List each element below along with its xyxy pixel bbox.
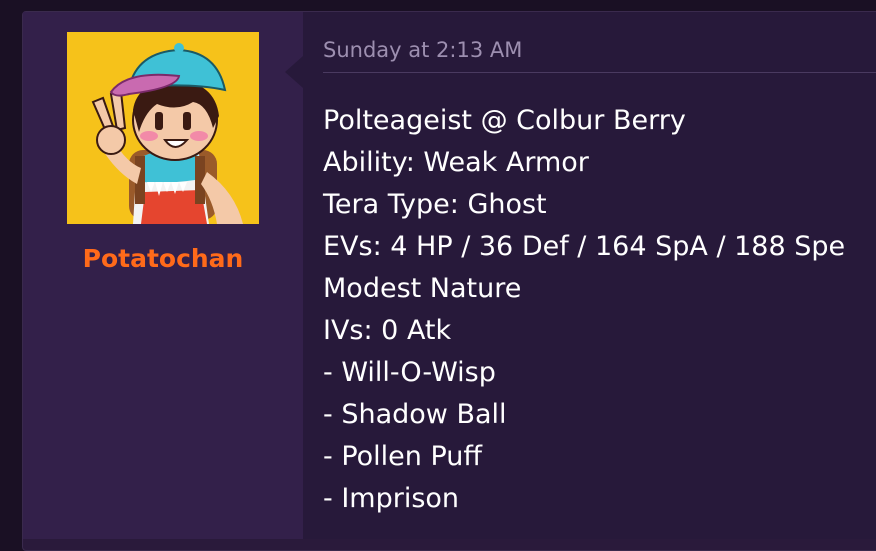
message-line: - Imprison xyxy=(323,483,460,514)
post-timestamp-link[interactable]: Sunday at 2:13 AM xyxy=(323,38,522,62)
message-line: - Pollen Puff xyxy=(323,441,482,472)
message-line: - Shadow Ball xyxy=(323,399,507,430)
speech-arrow xyxy=(285,56,303,88)
avatar-illustration xyxy=(67,32,259,224)
username[interactable]: Potatochan xyxy=(23,244,303,273)
avatar[interactable] xyxy=(67,32,259,224)
message-line: Ability: Weak Armor xyxy=(323,147,589,178)
message-line: Tera Type: Ghost xyxy=(323,189,547,220)
message-line: EVs: 4 HP / 36 Def / 164 SpA / 188 Spe xyxy=(323,231,846,262)
header-divider xyxy=(323,72,876,73)
message-line: Modest Nature xyxy=(323,273,522,304)
message-body: Polteageist @ Colbur Berry Ability: Weak… xyxy=(323,100,863,520)
message-line: - Will-O-Wisp xyxy=(323,357,496,388)
message-line: Polteageist @ Colbur Berry xyxy=(323,105,686,136)
message-line: IVs: 0 Atk xyxy=(323,315,452,346)
